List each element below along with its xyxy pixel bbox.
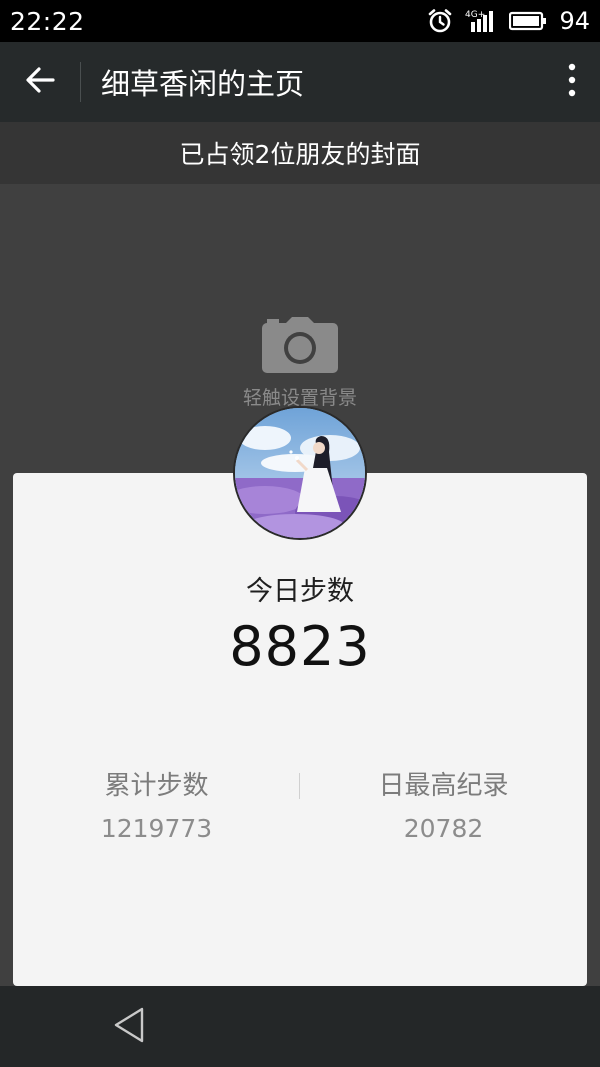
set-background-button[interactable]: 轻触设置背景 (230, 317, 370, 417)
battery-icon (509, 10, 547, 32)
network-type: 4G+ (465, 10, 485, 20)
more-menu-button[interactable] (544, 42, 600, 122)
system-nav-bar (0, 986, 600, 1067)
back-arrow-icon (25, 67, 55, 97)
total-steps-label: 累计步数 (104, 771, 209, 801)
alarm-icon (427, 8, 453, 34)
battery-level: 94 (559, 7, 590, 35)
back-button[interactable] (0, 42, 80, 122)
app-bar-divider (80, 62, 81, 102)
more-vertical-icon (568, 63, 576, 101)
cover-occupied-banner[interactable]: 已占领2位朋友的封面 (0, 122, 600, 184)
status-bar: 22:22 4G+ 94 (0, 0, 600, 42)
signal-icon: 4G+ (465, 8, 497, 34)
avatar[interactable] (233, 406, 367, 540)
app-bar: 细草香闲的主页 (0, 42, 600, 122)
steps-card: 今日步数 8823 累计步数 1219773 日最高纪录 20782 (13, 473, 587, 986)
status-icons: 4G+ 94 (427, 7, 590, 35)
today-steps-label: 今日步数 (246, 576, 354, 607)
daily-record-value: 20782 (403, 814, 484, 843)
total-steps-value: 1219773 (100, 814, 213, 843)
page-title: 细草香闲的主页 (101, 67, 305, 101)
status-time: 22:22 (10, 6, 85, 36)
daily-record-label: 日最高纪录 (378, 771, 509, 801)
nav-back-triangle-icon (112, 1006, 146, 1048)
avatar-image (235, 408, 365, 538)
banner-text: 已占领2位朋友的封面 (179, 140, 421, 169)
total-steps: 累计步数 1219773 (13, 765, 300, 843)
camera-icon (262, 317, 338, 377)
nav-back-button[interactable] (108, 1006, 150, 1048)
today-steps-value: 8823 (229, 615, 371, 678)
daily-record: 日最高纪录 20782 (300, 765, 587, 843)
